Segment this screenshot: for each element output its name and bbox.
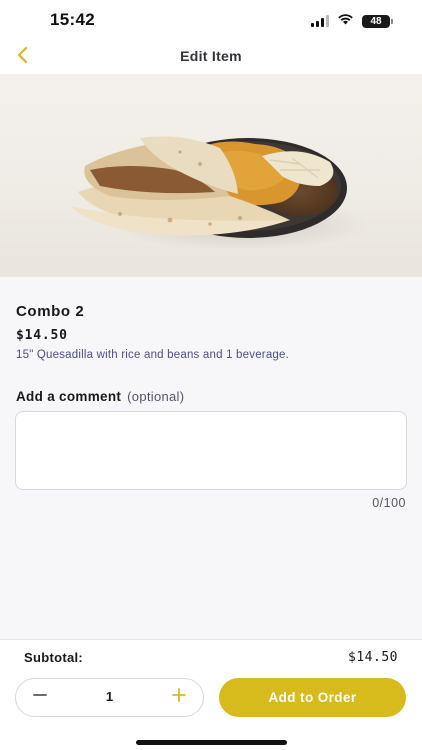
quesadilla-plate-image [70,136,370,250]
cellular-signal-icon [311,15,329,27]
add-to-order-button[interactable]: Add to Order [219,678,406,717]
item-price: $14.50 [16,328,68,343]
page-title: Edit Item [180,48,242,64]
nav-bar: Edit Item [0,40,422,74]
item-description: 15" Quesadilla with rice and beans and 1… [16,349,290,361]
battery-level: 48 [370,15,382,27]
increase-quantity-button[interactable] [157,679,201,716]
plus-icon [171,687,187,708]
status-time: 15:42 [50,10,95,29]
quantity-value: 1 [105,689,114,704]
status-bar: 15:42 48 [0,0,422,40]
minus-icon [32,687,48,708]
subtotal-label: Subtotal: [24,650,84,665]
comment-label: Add a comment (optional) [16,389,184,404]
comment-char-counter: 0/100 [372,496,406,510]
battery-icon: 48 [362,14,393,28]
home-indicator [136,740,287,745]
order-footer: Subtotal: $14.50 1 Add to Order [0,639,422,750]
subtotal-value: $14.50 [348,650,398,665]
comment-label-text: Add a comment [16,389,122,404]
wifi-icon [337,12,354,30]
item-name: Combo 2 [16,303,85,320]
comment-optional-hint: (optional) [127,389,185,404]
comment-input[interactable] [15,411,407,490]
status-icons: 48 [311,12,393,30]
quantity-stepper: 1 [15,678,204,717]
decrease-quantity-button[interactable] [18,679,62,716]
item-photo [0,74,422,277]
